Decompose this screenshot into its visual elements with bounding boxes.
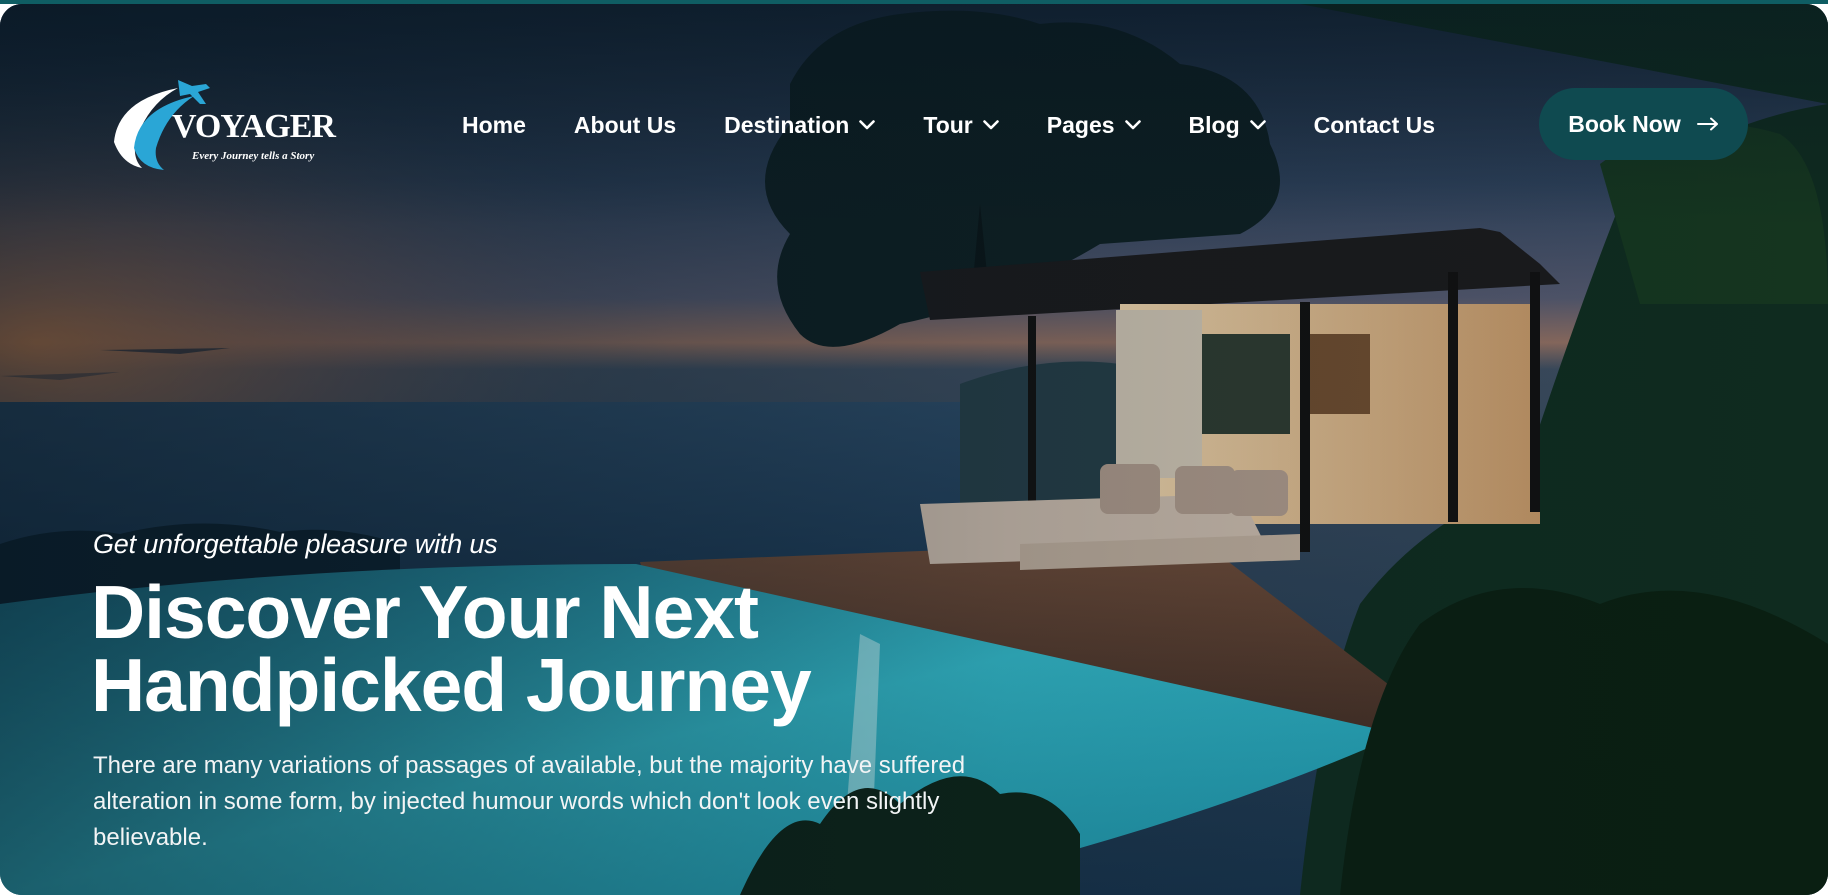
chevron-down-icon [982, 120, 999, 130]
chevron-down-icon [859, 120, 876, 130]
chevron-down-icon [1124, 120, 1141, 130]
nav-label-pages: Pages [1046, 111, 1115, 138]
hero-description: There are many variations of passages of… [93, 752, 966, 851]
chevron-down-icon [1249, 120, 1266, 130]
nav-label-tour: Tour [923, 111, 973, 138]
logo-tagline: Every Journey tells a Story [192, 150, 315, 162]
hero-tagline: Get unforgettable pleasure with us [93, 529, 498, 559]
arrow-right-icon [1696, 117, 1718, 131]
logo-wordmark: VOYAGER [172, 108, 336, 145]
nav-item-destination[interactable]: Destination [724, 111, 876, 139]
top-accent-line [0, 0, 1828, 4]
hero-section: VOYAGER Every Journey tells a Story Home… [0, 4, 1828, 895]
nav-item-pages[interactable]: Pages [1047, 112, 1141, 139]
nav-item-home[interactable]: Home [462, 112, 526, 139]
hero-headline-line-1: Discover Your Next [91, 570, 759, 654]
nav-label-contact-us: Contact Us [1313, 111, 1436, 138]
nav-label-home: Home [462, 111, 526, 138]
nav-label-destination: Destination [724, 111, 850, 138]
book-now-label: Book Now [1568, 110, 1681, 137]
main-navigation: Home About Us Destination Tour Pages Blo… [462, 110, 1435, 140]
nav-item-about-us[interactable]: About Us [574, 112, 676, 139]
hero-headline-line-2: Handpicked Journey [91, 643, 812, 727]
hero-headline: Discover Your Next Handpicked Journey [91, 570, 991, 727]
nav-item-blog[interactable]: Blog [1189, 112, 1266, 139]
book-now-button[interactable]: Book Now [1539, 88, 1748, 160]
nav-item-contact-us[interactable]: Contact Us [1314, 112, 1435, 139]
nav-label-blog: Blog [1188, 111, 1240, 138]
nav-label-about-us: About Us [573, 111, 677, 138]
nav-item-tour[interactable]: Tour [923, 111, 999, 139]
site-logo[interactable]: VOYAGER Every Journey tells a Story [108, 70, 344, 178]
